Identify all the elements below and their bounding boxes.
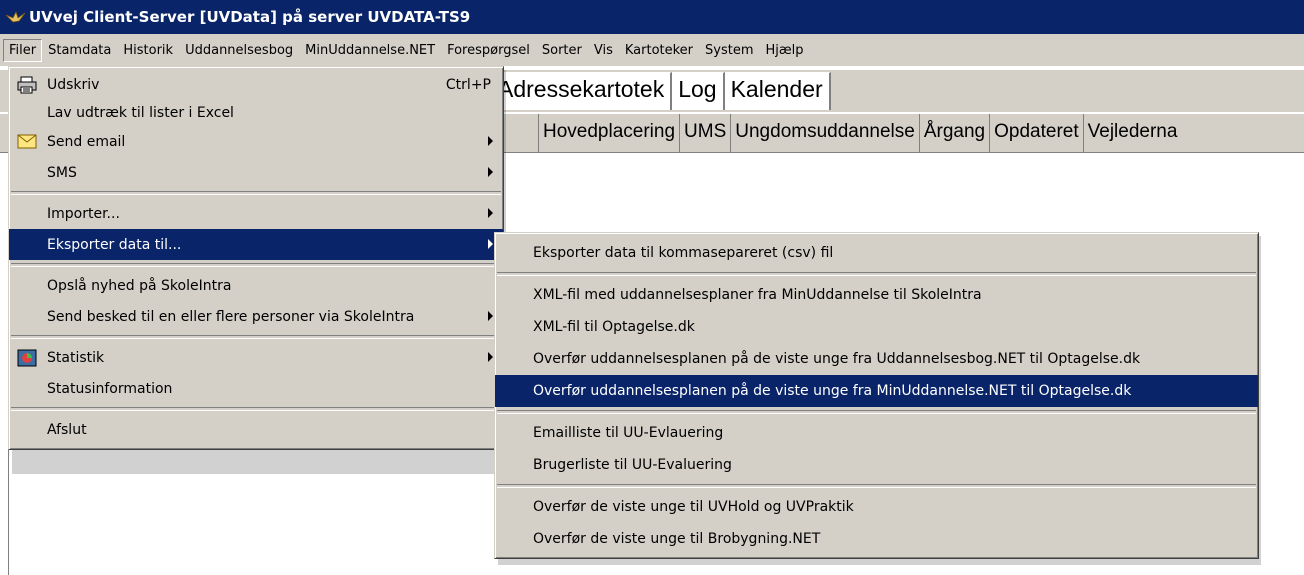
menu-item-label: XML-fil med uddannelsesplaner fra MinUdd… [533,287,982,303]
menu-item-label: Send besked til en eller flere personer … [47,308,415,325]
menu-separator [11,407,501,411]
column-header-aargang[interactable]: Årgang [918,114,989,152]
menu-historik[interactable]: Historik [117,39,179,62]
menu-item-opslaa-nyhed[interactable]: Opslå nyhed på SkoleIntra [9,270,503,301]
menu-item-xml-skoleintra[interactable]: XML-fil med uddannelsesplaner fra MinUdd… [495,279,1258,311]
submenu-arrow-icon [488,352,493,362]
menu-separator [497,410,1256,414]
menu-item-statusinformation[interactable]: Statusinformation [9,373,503,404]
filer-dropdown: Udskriv Ctrl+P Lav udtræk til lister i E… [8,66,504,450]
menu-forespoergsel[interactable]: Forespørgsel [441,39,536,62]
menu-item-label: SMS [47,164,77,181]
grid-header: Hovedplacering UMS Ungdomsuddannelse Årg… [494,114,1182,152]
menu-item-label: Importer... [47,205,120,222]
menu-item-eksporter[interactable]: Eksporter data til... [9,229,503,260]
menu-kartoteker[interactable]: Kartoteker [619,39,699,62]
menu-item-label: Overfør de viste unge til Brobygning.NET [533,531,821,547]
menu-filer[interactable]: Filer [3,38,43,62]
window-title: UVvej Client-Server [UVData] på server U… [29,8,471,26]
menu-item-csv-export[interactable]: Eksporter data til kommasepareret (csv) … [495,237,1258,269]
column-header-vejledernavn[interactable]: Vejlederna [1082,114,1182,152]
menu-vis[interactable]: Vis [588,39,619,62]
menu-item-label: Lav udtræk til lister i Excel [47,105,234,121]
menu-item-sms[interactable]: SMS [9,157,503,188]
menu-item-emailliste[interactable]: Emailliste til UU-Evlauering [495,417,1258,449]
menu-item-send-besked[interactable]: Send besked til en eller flere personer … [9,301,503,332]
menu-item-excel-udtraek[interactable]: Lav udtræk til lister i Excel [9,100,503,126]
menu-item-label: Emailliste til UU-Evlauering [533,425,724,441]
menu-stamdata[interactable]: Stamdata [42,39,117,62]
menu-item-label: Statistik [47,349,105,366]
eksporter-submenu: Eksporter data til kommasepareret (csv) … [494,232,1259,559]
column-header-ums[interactable]: UMS [679,114,730,152]
menu-separator [497,272,1256,276]
printer-icon [14,76,40,94]
menu-uddannelsesbog[interactable]: Uddannelsesbog [179,39,299,62]
shortcut-label: Ctrl+P [445,76,491,93]
menu-item-overfoer-uddannelsesbog[interactable]: Overfør uddannelsesplanen på de viste un… [495,343,1258,375]
menu-item-brugerliste[interactable]: Brugerliste til UU-Evaluering [495,449,1258,481]
column-header-ungdomsuddannelse[interactable]: Ungdomsuddannelse [730,114,919,152]
menu-system[interactable]: System [699,39,759,62]
title-bar: UVvej Client-Server [UVData] på server U… [0,0,1304,34]
menu-item-overfoer-minuddannelse[interactable]: Overfør uddannelsesplanen på de viste un… [495,375,1258,407]
menu-item-label: Eksporter data til kommasepareret (csv) … [533,245,834,261]
submenu-arrow-icon [488,239,493,249]
menu-separator [11,335,501,339]
submenu-arrow-icon [488,136,493,146]
menu-item-uvhold-uvpraktik[interactable]: Overfør de viste unge til UVHold og UVPr… [495,491,1258,523]
menu-item-brobygning[interactable]: Overfør de viste unge til Brobygning.NET [495,523,1258,555]
column-header-opdateret[interactable]: Opdateret [989,114,1083,152]
tab-bar: Adressekartotek Log Kalender [494,72,831,110]
menu-item-label: XML-fil til Optagelse.dk [533,319,695,335]
menu-item-label: Overfør uddannelsesplanen på de viste un… [533,351,1141,367]
menu-sorter[interactable]: Sorter [536,39,588,62]
submenu-arrow-icon [488,167,493,177]
envelope-icon [14,134,40,149]
menu-item-label: Eksporter data til... [47,236,182,253]
menu-item-label: Statusinformation [47,380,173,397]
menu-item-label: Overfør de viste unge til UVHold og UVPr… [533,499,854,515]
menu-separator [497,484,1256,488]
tab-kalender[interactable]: Kalender [724,72,831,110]
chart-icon [14,349,40,367]
menu-item-xml-optagelse[interactable]: XML-fil til Optagelse.dk [495,311,1258,343]
menu-item-importer[interactable]: Importer... [9,198,503,229]
menu-item-label: Send email [47,133,126,150]
menu-hjaelp[interactable]: Hjælp [760,39,810,62]
menu-item-label: Afslut [47,421,87,438]
menu-bar: Filer Stamdata Historik Uddannelsesbog M… [0,34,1304,67]
menu-item-label: Brugerliste til UU-Evaluering [533,457,732,473]
menu-separator [11,191,501,195]
menu-item-statistik[interactable]: Statistik [9,342,503,373]
menu-item-label: Opslå nyhed på SkoleIntra [47,277,232,294]
menu-item-udskriv[interactable]: Udskriv Ctrl+P [9,69,503,100]
menu-item-afslut[interactable]: Afslut [9,414,503,445]
column-header-hovedplacering[interactable]: Hovedplacering [538,114,679,152]
tab-adressekartotek[interactable]: Adressekartotek [494,72,673,110]
tab-log[interactable]: Log [672,72,725,110]
menu-item-label: Overfør uddannelsesplanen på de viste un… [533,383,1132,399]
bird-logo-icon [5,10,26,23]
submenu-arrow-icon [488,208,493,218]
menu-item-label: Udskriv [47,76,100,93]
menu-separator [11,263,501,267]
menu-item-send-email[interactable]: Send email [9,126,503,157]
submenu-arrow-icon [488,311,493,321]
menu-minuddannelse[interactable]: MinUddannelse.NET [299,39,441,62]
